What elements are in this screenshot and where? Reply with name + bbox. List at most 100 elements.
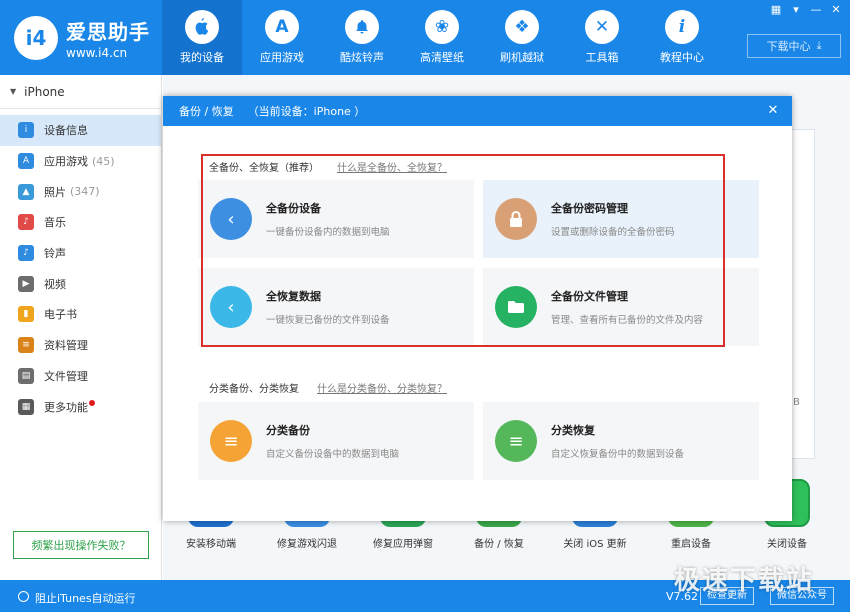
nav-label: 应用游戏: [260, 51, 304, 64]
card-desc: 自定义恢复备份中的数据到设备: [551, 449, 685, 460]
site-watermark: 极速下载站: [674, 566, 815, 596]
main-nav: 我的设备 A 应用游戏 酷炫铃声 ❀ 高清壁纸 ❖ 刷机越狱 ✕ 工具箱 i 教…: [162, 0, 722, 75]
class-restore-icon: ≡: [495, 420, 537, 462]
music-icon: ♪: [18, 214, 34, 231]
photo-icon: ▲: [18, 183, 34, 200]
backup-files-card[interactable]: 全备份文件管理 管理、查看所有已备份的文件及内容: [483, 268, 759, 346]
minimize-icon[interactable]: —: [808, 3, 824, 17]
sidebar-item-label: 资料管理: [44, 339, 88, 353]
frequent-failure-button[interactable]: 频繁出现操作失败？: [13, 531, 149, 559]
backup-icon: ‹: [210, 198, 252, 240]
nav-label: 教程中心: [660, 51, 704, 64]
nav-label: 刷机越狱: [500, 51, 544, 64]
sidebar-item-photo[interactable]: ▲ 照片 (347): [0, 176, 161, 207]
bell-icon: ♪: [18, 245, 34, 262]
itunes-block-label: 阻止iTunes自动运行: [35, 592, 136, 605]
nav-wallpapers[interactable]: ❀ 高清壁纸: [402, 0, 482, 75]
logo-mark: i4: [14, 16, 58, 60]
card-desc: 设置或删除设备的全备份密码: [551, 227, 675, 238]
app-store-icon: A: [265, 10, 299, 44]
download-icon: ⤓: [816, 39, 822, 52]
skin-icon[interactable]: ▦: [768, 3, 784, 17]
nav-toolbox[interactable]: ✕ 工具箱: [562, 0, 642, 75]
flower-icon: ❀: [425, 10, 459, 44]
nav-label: 高清壁纸: [420, 51, 464, 64]
device-selector[interactable]: ▼ iPhone: [0, 75, 161, 109]
nav-label: 我的设备: [180, 51, 224, 64]
sidebar-item-count: (347): [70, 185, 100, 199]
book-icon: ▮: [18, 306, 34, 323]
download-center-button[interactable]: 下载中心 ⤓: [747, 34, 841, 58]
file-icon: ▤: [18, 367, 34, 384]
apple-icon: [185, 10, 219, 44]
class-backup-card[interactable]: ≡ 分类备份 自定义备份设备中的数据到电脑: [198, 402, 474, 480]
class-restore-card[interactable]: ≡ 分类恢复 自定义恢复备份中的数据到设备: [483, 402, 759, 480]
sidebar: ▼ iPhone i 设备信息 A 应用游戏 (45) ▲ 照片 (347) ♪ 音乐 ♪ 铃声 ▶ 视频…: [0, 75, 162, 580]
card-title: 分类备份: [266, 424, 310, 437]
folder-icon: [495, 286, 537, 328]
nav-label: 工具箱: [585, 51, 619, 64]
sidebar-item-book[interactable]: ▮ 电子书: [0, 299, 161, 330]
sidebar-item-music[interactable]: ♪ 音乐: [0, 207, 161, 238]
notification-dot: [89, 399, 95, 406]
sidebar-item-info[interactable]: i 设备信息: [0, 115, 161, 146]
tool-label: 重启设备: [671, 539, 711, 550]
sidebar-item-label: 设备信息: [44, 124, 88, 138]
sidebar-item-label: 应用游戏: [44, 155, 88, 169]
sidebar-item-label: 文件管理: [44, 369, 88, 383]
card-title: 全恢复数据: [266, 290, 321, 303]
sidebar-item-app[interactable]: A 应用游戏 (45): [0, 146, 161, 177]
dialog-close-icon[interactable]: ✕: [764, 102, 782, 120]
sidebar-item-video[interactable]: ▶ 视频: [0, 268, 161, 299]
app-logo: i4 爱思助手 www.i4.cn: [14, 16, 150, 60]
nav-flash-jailbreak[interactable]: ❖ 刷机越狱: [482, 0, 562, 75]
sidebar-item-label: 视频: [44, 277, 66, 291]
sidebar-item-bell[interactable]: ♪ 铃声: [0, 238, 161, 269]
info-icon: i: [665, 10, 699, 44]
sidebar-item-count: (45): [92, 154, 115, 168]
background-panel: [791, 129, 815, 459]
tool-label: 安装移动端: [186, 539, 236, 550]
nav-tutorials[interactable]: i 教程中心: [642, 0, 722, 75]
more-icon: ▦: [18, 398, 34, 415]
app-name: 爱思助手: [66, 20, 150, 44]
dialog-title: 备份 / 恢复 （当前设备：iPhone ）: [163, 96, 792, 126]
sidebar-item-file[interactable]: ▤ 文件管理: [0, 361, 161, 392]
app-header: i4 爱思助手 www.i4.cn 我的设备 A 应用游戏 酷炫铃声 ❀ 高清壁…: [0, 0, 850, 75]
sidebar-item-contacts[interactable]: ≡ 资料管理: [0, 330, 161, 361]
card-title: 全备份设备: [266, 202, 321, 215]
video-icon: ▶: [18, 275, 34, 292]
card-title: 全备份密码管理: [551, 202, 628, 215]
class-backup-help-link[interactable]: 什么是分类备份、分类恢复？: [317, 380, 447, 395]
tool-label: 修复应用弹窗: [373, 539, 433, 550]
full-backup-card[interactable]: ‹ 全备份设备 一键备份设备内的数据到电脑: [198, 180, 474, 258]
tools-icon: ✕: [585, 10, 619, 44]
backup-restore-dialog: 备份 / 恢复 （当前设备：iPhone ） ✕ 全备份、全恢复（推荐） 什么是…: [163, 96, 792, 521]
full-restore-card[interactable]: ‹ 全恢复数据 一键恢复已备份的文件到设备: [198, 268, 474, 346]
device-name: iPhone: [24, 84, 65, 99]
itunes-block-checkbox[interactable]: [18, 591, 29, 602]
card-desc: 一键备份设备内的数据到电脑: [266, 227, 390, 238]
sidebar-item-label: 照片: [44, 185, 66, 199]
nav-my-device[interactable]: 我的设备: [162, 0, 242, 75]
tool-label: 修复游戏闪退: [277, 539, 337, 550]
card-desc: 管理、查看所有已备份的文件及内容: [551, 315, 704, 326]
sidebar-item-more[interactable]: ▦ 更多功能: [0, 391, 161, 422]
menu-icon[interactable]: ▾: [788, 3, 804, 17]
app-url: www.i4.cn: [66, 46, 128, 60]
tool-label: 备份 / 恢复: [474, 539, 524, 550]
nav-apps-games[interactable]: A 应用游戏: [242, 0, 322, 75]
card-desc: 一键恢复已备份的文件到设备: [266, 315, 390, 326]
card-title: 分类恢复: [551, 424, 595, 437]
full-backup-help-link[interactable]: 什么是全备份、全恢复？: [337, 159, 447, 174]
window-controls: ▦ ▾ — ✕: [768, 3, 844, 17]
storage-unit-fragment: B: [793, 397, 800, 408]
close-icon[interactable]: ✕: [828, 3, 844, 17]
restore-icon: ‹: [210, 286, 252, 328]
tool-label: 关闭 iOS 更新: [563, 539, 627, 550]
collapse-triangle-icon: ▼: [10, 87, 17, 96]
nav-ringtones[interactable]: 酷炫铃声: [322, 0, 402, 75]
class-backup-icon: ≡: [210, 420, 252, 462]
info-icon: i: [18, 122, 34, 139]
backup-password-card[interactable]: 全备份密码管理 设置或删除设备的全备份密码: [483, 180, 759, 258]
